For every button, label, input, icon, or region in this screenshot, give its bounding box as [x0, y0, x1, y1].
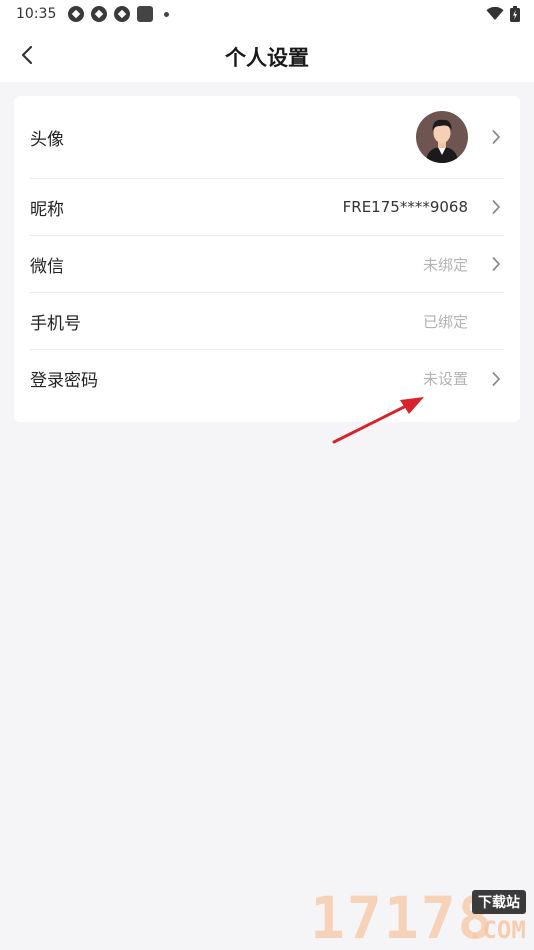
chevron-right-icon: [488, 256, 504, 272]
row-label: 手机号: [30, 313, 81, 334]
watermark-digits: 17178: [310, 884, 495, 950]
row-label: 头像: [30, 129, 64, 150]
row-label: 微信: [30, 256, 64, 277]
password-status: 未设置: [422, 370, 468, 388]
battery-icon: [510, 6, 520, 22]
avatar[interactable]: [416, 111, 468, 163]
settings-row-avatar[interactable]: 头像: [30, 96, 504, 179]
aperture-icon: [68, 6, 85, 22]
status-time: 10:35: [16, 6, 57, 22]
settings-row-nickname[interactable]: 昵称 FRE175****9068: [30, 179, 504, 236]
row-label: 登录密码: [30, 371, 98, 391]
chevron-right-icon: [488, 199, 504, 215]
page-title: 个人设置: [225, 46, 309, 70]
wechat-status: 未绑定: [422, 255, 468, 274]
watermark-domain: .COM: [468, 916, 526, 944]
phone-status: 已绑定: [422, 312, 468, 331]
app-square-icon: [137, 6, 154, 22]
watermark-tag: 下载站: [472, 890, 526, 914]
chevron-right-icon: [488, 371, 504, 387]
settings-row-password[interactable]: 登录密码 未设置: [30, 350, 504, 407]
notification-icons: [68, 6, 170, 22]
status-bar: 10:35: [0, 0, 534, 28]
dot-icon: [164, 11, 170, 17]
annotation-arrow-icon: [332, 397, 424, 444]
aperture-icon: [114, 6, 131, 22]
system-icons: [486, 6, 520, 22]
settings-row-phone: 手机号 已绑定: [30, 293, 504, 350]
row-label: 昵称: [30, 199, 64, 220]
navigation-bar: 个人设置: [0, 28, 534, 82]
wifi-icon: [486, 7, 504, 20]
nickname-value: FRE175****9068: [342, 198, 468, 216]
settings-card: 头像 昵称 FRE175****9068 微信 未绑定 手机号 已绑定 登录密码…: [14, 96, 520, 422]
watermark-logo: 17178 下载站 .COM: [306, 880, 534, 950]
settings-row-wechat[interactable]: 微信 未绑定: [30, 236, 504, 293]
aperture-icon: [91, 6, 108, 22]
chevron-right-icon: [488, 129, 504, 145]
